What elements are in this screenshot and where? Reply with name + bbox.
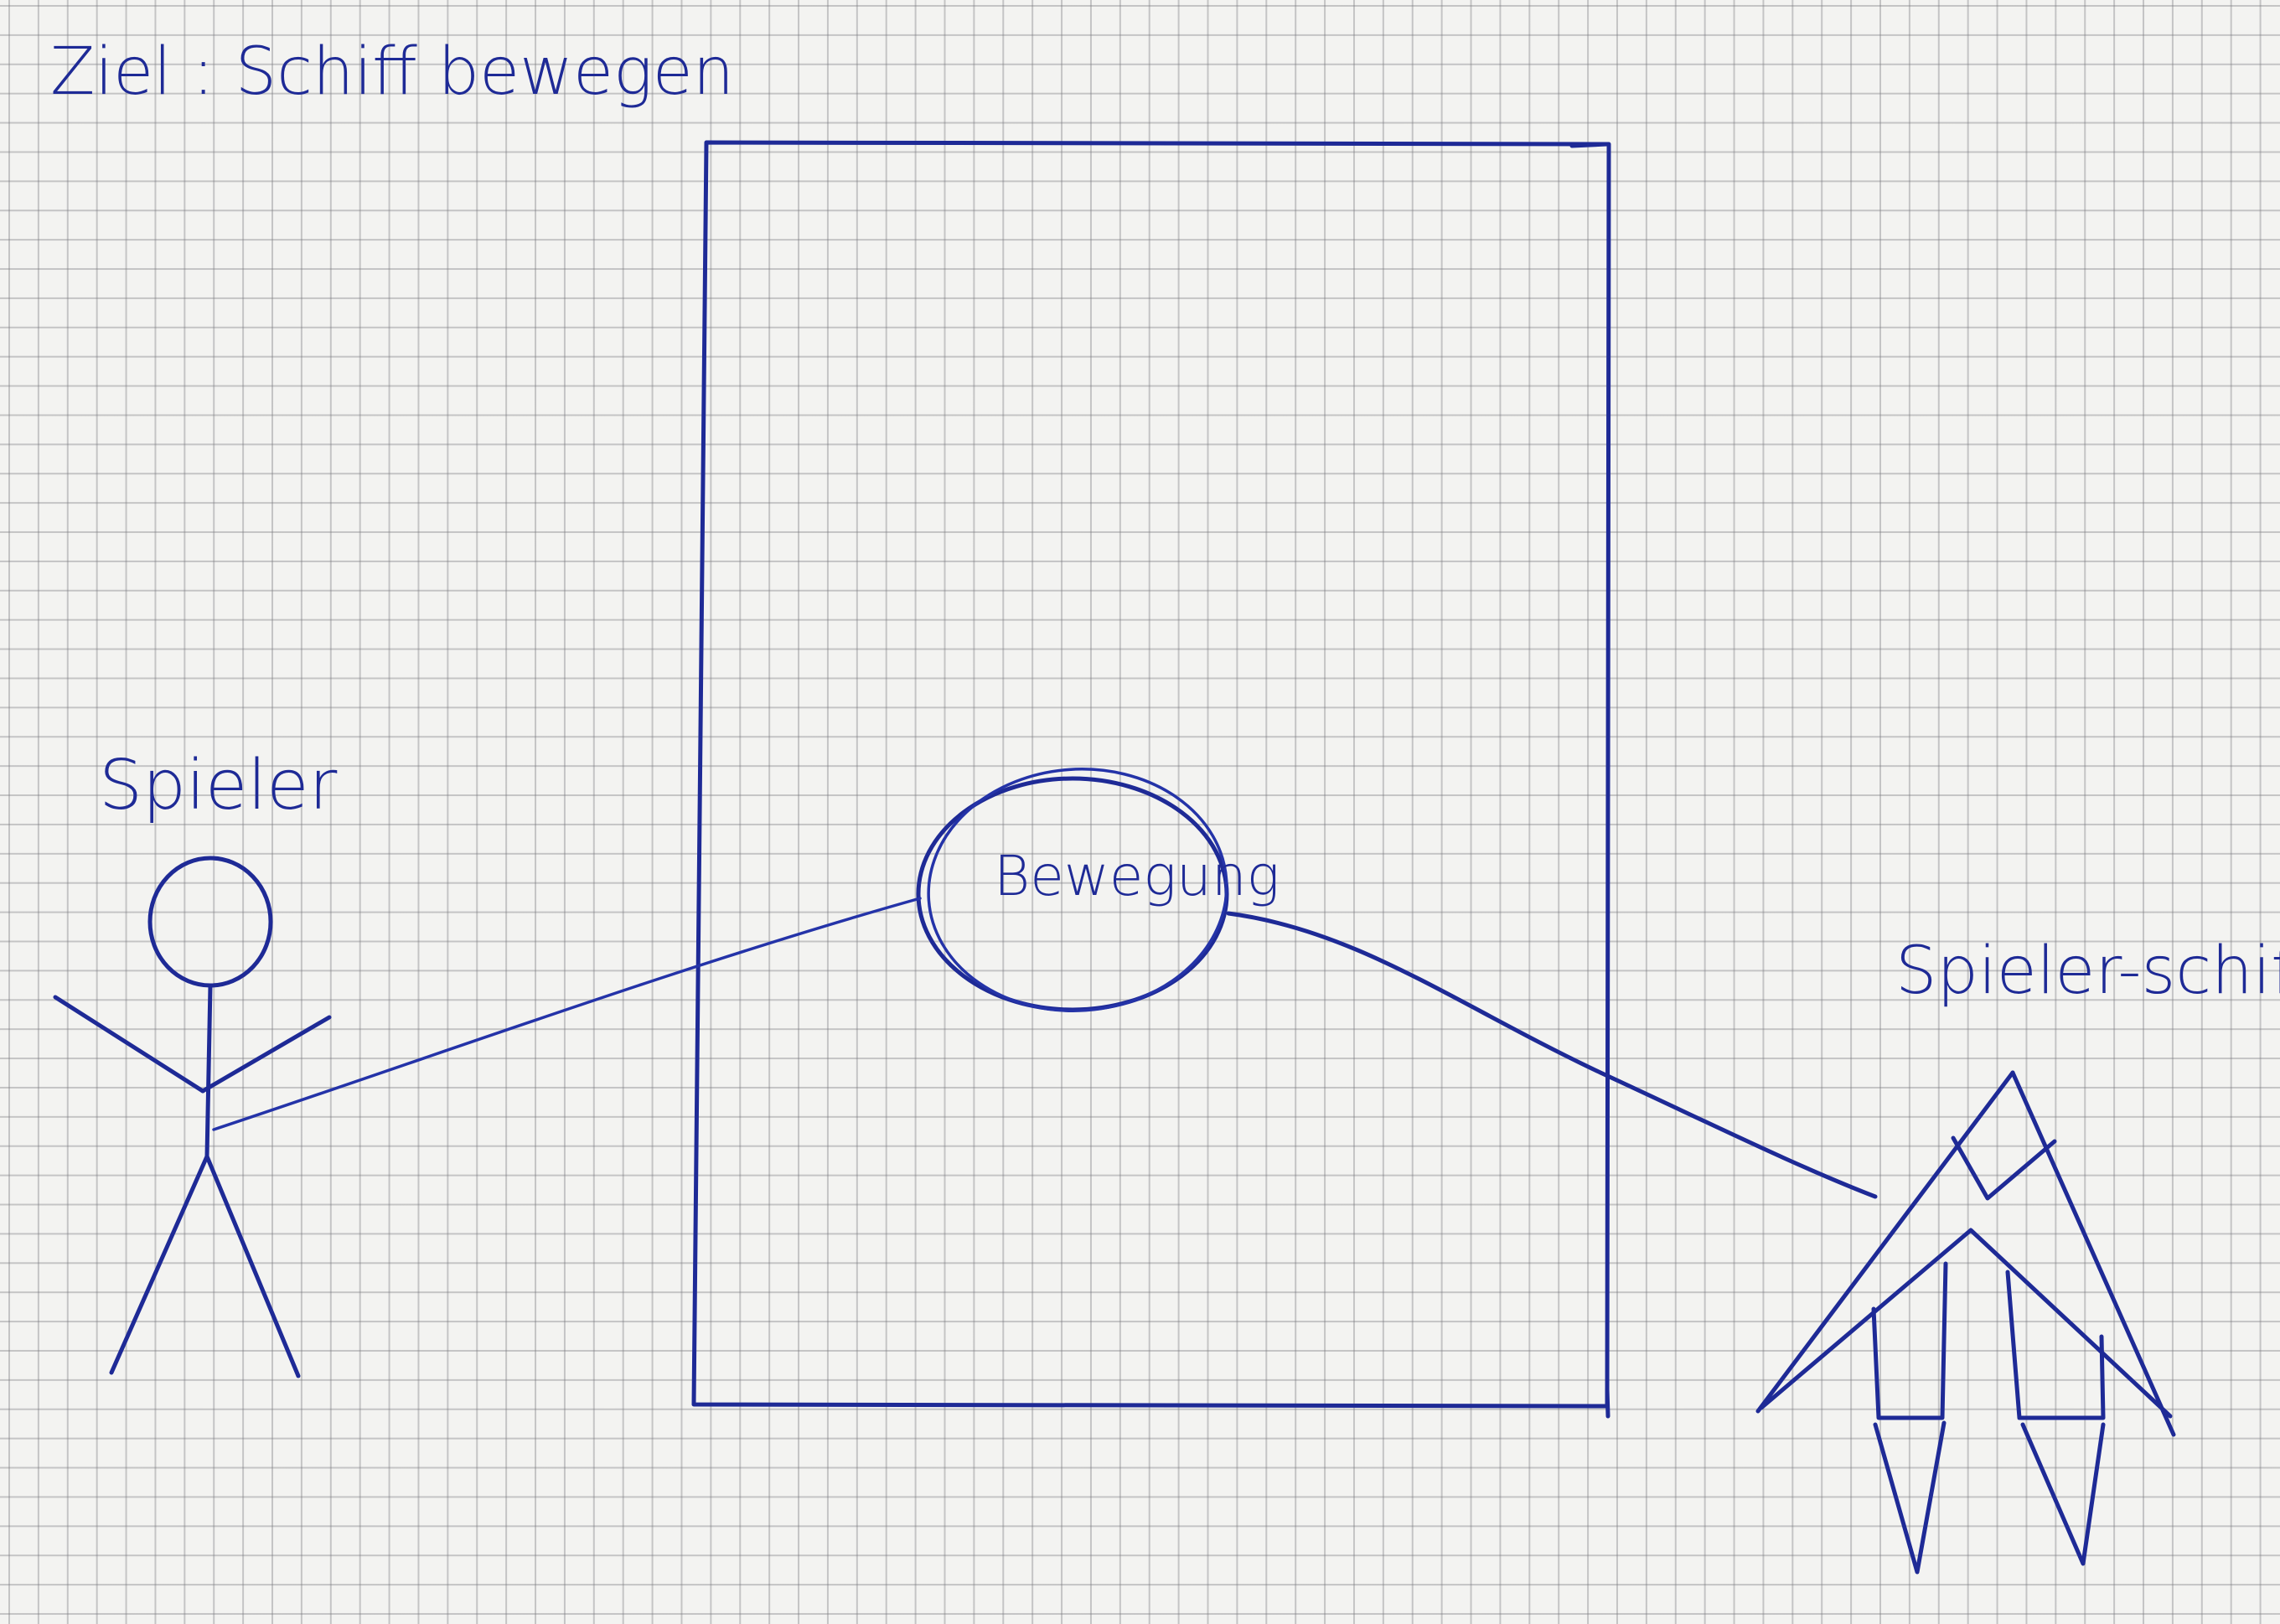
actor-left-arm [53,995,205,1094]
association-actor-usecase [212,897,922,1131]
diagram-title: Ziel : Schiff bewegen [50,34,734,110]
ship-left-engine [1871,1261,1948,1420]
use-case-diagram: Ziel : Schiff bewegen Spieler Bewegung S… [50,34,2280,1575]
use-case-label: Bewegung [994,844,1280,908]
ship-label: Spieler-schiff [1895,934,2280,1009]
ship-outer-right-wing [2010,1070,2176,1437]
boundary-corner-tick-top [1569,142,1610,148]
ship-outer-left-wing [1755,1070,2015,1414]
actor-head [147,856,273,988]
player-ship-icon [1755,1070,2176,1575]
actor-stick-figure [53,856,332,1378]
actor-right-arm [200,1015,332,1094]
ship-right-engine [2005,1270,2106,1420]
association-usecase-ship [1226,911,1878,1199]
ship-right-thruster [2020,1422,2106,1566]
actor-right-leg [204,1154,301,1378]
ship-left-thruster [1873,1420,1947,1575]
actor-body [204,983,213,1159]
system-boundary [691,140,1611,1409]
ship-cockpit [1951,1135,2057,1201]
use-case-bewegung: Bewegung [916,768,1280,1012]
actor-left-leg [109,1154,209,1375]
actor-label: Spieler [99,746,338,825]
boundary-corner-tick-bottom [1605,1387,1610,1419]
